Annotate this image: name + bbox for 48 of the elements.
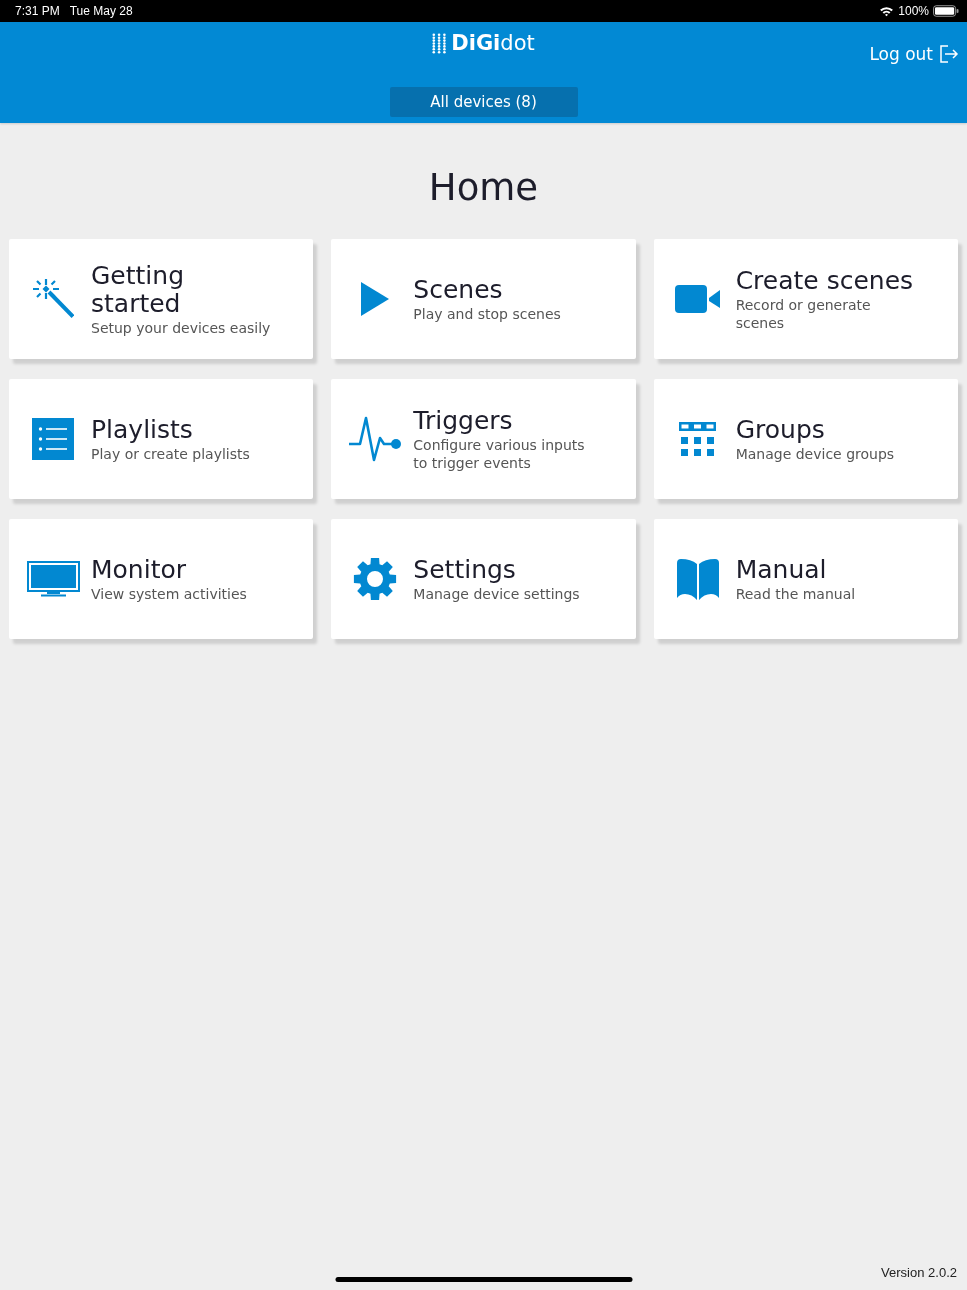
logout-icon: [939, 45, 959, 63]
card-title: Monitor: [91, 555, 188, 584]
list-icon: [32, 418, 74, 460]
play-icon: [361, 282, 390, 316]
settings-icon: [353, 557, 398, 601]
card-subtitle: Manage device settings: [413, 584, 581, 603]
version-label: Version 2.0.2: [881, 1265, 957, 1280]
card-subtitle: Play or create playlists: [91, 444, 251, 463]
card-title: Create scenes: [735, 266, 915, 295]
card-title: Manual: [735, 555, 828, 584]
card-subtitle: View system activities: [91, 584, 248, 603]
card-title: Playlists: [91, 415, 194, 444]
page-title: Home: [427, 165, 540, 211]
card-title: Scenes: [413, 275, 504, 304]
all-devices-button[interactable]: All devices (8): [389, 87, 578, 117]
menu-card[interactable]: Getting started Setup your devices easily: [9, 239, 314, 359]
grid-icon: [679, 422, 717, 456]
logo-wordmark: DiGidot: [451, 30, 535, 56]
card-subtitle: Configure various inputs to trigger events: [413, 435, 586, 472]
menu-card[interactable]: Playlists Play or create playlists: [9, 379, 314, 499]
menu-card[interactable]: Groups Manage device groups: [653, 379, 958, 499]
video-camera-icon: [674, 285, 721, 313]
status-time: 7:31 PM: [15, 4, 60, 18]
menu-card[interactable]: Monitor View system activities: [9, 519, 314, 639]
card-subtitle: Read the manual: [735, 584, 857, 603]
magic-wand-icon: [32, 278, 74, 320]
menu-card[interactable]: Triggers Configure various inputs to trigger events: [331, 379, 636, 499]
card-title: Getting started: [91, 261, 186, 318]
menu-card[interactable]: Manual Read the manual: [653, 519, 958, 639]
monitor-icon: [26, 561, 80, 597]
menu-card[interactable]: Scenes Play and stop scenes: [331, 239, 636, 359]
menu-card[interactable]: Settings Manage device settings: [331, 519, 636, 639]
battery-icon: [933, 5, 959, 17]
card-title: Settings: [413, 555, 517, 584]
card-subtitle: Record or generate scenes: [735, 295, 872, 332]
pulse-icon: [349, 416, 402, 462]
card-subtitle: Manage device groups: [735, 444, 896, 463]
battery-percent: 100%: [898, 4, 929, 18]
card-subtitle: Play and stop scenes: [413, 304, 562, 323]
menu-card[interactable]: Create scenes Record or generate scenes: [653, 239, 958, 359]
card-subtitle: Setup your devices easily: [91, 318, 272, 337]
book-icon: [676, 558, 719, 600]
logout-link[interactable]: Log out: [869, 44, 959, 64]
card-title: Triggers: [413, 406, 514, 435]
wifi-icon: [879, 5, 895, 17]
status-date: Tue May 28: [69, 4, 133, 18]
dot-grid-icon: [432, 32, 448, 54]
card-title: Groups: [735, 415, 826, 444]
